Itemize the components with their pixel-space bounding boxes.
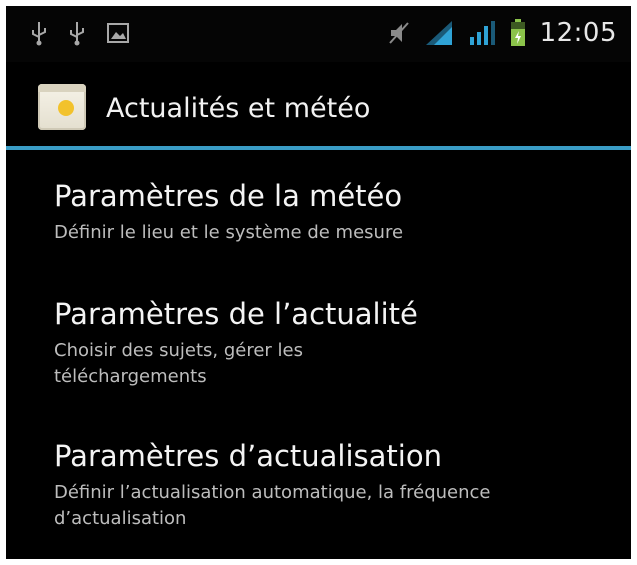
battery-icon (510, 19, 525, 46)
page-title: Actualités et météo (106, 93, 371, 124)
system-icons: 12:05 (388, 16, 617, 50)
pref-summary: Définir l’actualisation automatique, la … (54, 482, 491, 529)
usb-icon (32, 22, 46, 46)
pref-news-settings[interactable]: Paramètres de l’actualité Choisir des su… (54, 296, 614, 390)
pref-refresh-settings[interactable]: Paramètres d’actualisation Définir l’act… (54, 438, 614, 532)
pref-title: Paramètres de l’actualité (54, 297, 418, 331)
news-weather-app-icon[interactable] (38, 84, 86, 130)
pref-summary: Définir le lieu et le système de mesure (54, 222, 404, 243)
pref-title: Paramètres de la météo (54, 179, 403, 213)
status-bar: 12:05 (6, 6, 631, 62)
status-clock: 12:05 (539, 18, 617, 48)
image-notification-icon (107, 23, 129, 43)
phone-screen: 12:05 Actualités et météo Paramètres de … (6, 6, 631, 559)
pref-title: Paramètres d’actualisation (54, 439, 442, 473)
mute-icon (388, 22, 409, 44)
wifi-signal-icon (425, 21, 452, 45)
app-icon-header (38, 84, 86, 92)
action-bar: Actualités et météo (6, 68, 631, 148)
pref-summary: Choisir des sujets, gérer les télécharge… (54, 340, 303, 387)
notification-icons (30, 20, 130, 46)
sun-icon (58, 100, 74, 116)
cell-signal-icon (469, 21, 495, 45)
usb-icon (70, 22, 84, 46)
action-bar-divider (6, 146, 631, 150)
pref-weather-settings[interactable]: Paramètres de la météo Définir le lieu e… (54, 178, 614, 246)
